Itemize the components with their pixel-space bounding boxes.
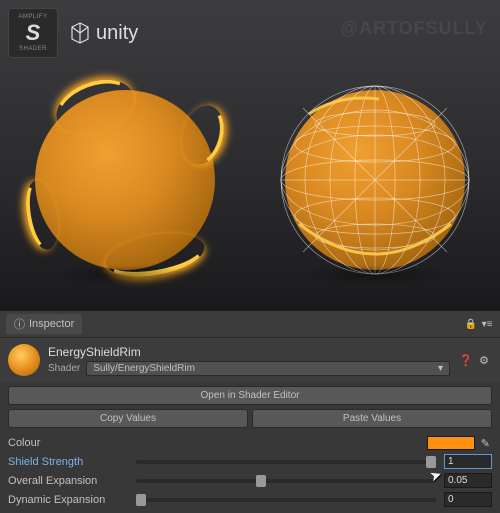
unity-logo: unity bbox=[68, 21, 138, 45]
overall-expansion-field[interactable]: 0.05 bbox=[444, 473, 492, 488]
unity-cube-icon bbox=[68, 21, 92, 45]
prop-colour: Colour ✎ bbox=[8, 434, 492, 452]
material-preview-icon bbox=[8, 344, 40, 376]
watermark: @ARTOFSULLY bbox=[340, 18, 488, 39]
preview-sphere-wireframe bbox=[285, 90, 465, 270]
preview-sphere-shaded bbox=[35, 90, 215, 270]
viewport-3d: AMPLIFY S SHADER unity @ARTOFSULLY bbox=[0, 0, 500, 310]
eyedropper-icon[interactable]: ✎ bbox=[479, 437, 492, 450]
shader-label: Shader bbox=[48, 363, 80, 374]
component-docs-icon[interactable]: ❓ bbox=[458, 352, 474, 368]
shield-strength-slider[interactable] bbox=[136, 460, 436, 464]
shield-strength-label: Shield Strength bbox=[8, 456, 128, 468]
prop-shield-strength: Shield Strength 1 bbox=[8, 452, 492, 471]
open-shader-editor-button[interactable]: Open in Shader Editor bbox=[8, 386, 492, 405]
lock-icon[interactable]: 🔒 bbox=[464, 317, 478, 331]
copy-values-button[interactable]: Copy Values bbox=[8, 409, 248, 428]
overall-expansion-label: Overall Expansion bbox=[8, 475, 128, 487]
paste-values-button[interactable]: Paste Values bbox=[252, 409, 492, 428]
inspector-tab[interactable]: ⓘ Inspector bbox=[6, 314, 82, 334]
prop-overall-expansion: Overall Expansion 0.05 bbox=[8, 471, 492, 490]
inspector-body: Open in Shader Editor Copy Values Paste … bbox=[0, 382, 500, 513]
material-header: EnergyShieldRim Shader Sully/EnergyShiel… bbox=[0, 338, 500, 382]
logo-bar: AMPLIFY S SHADER unity bbox=[8, 8, 138, 58]
inspector-panel: ⓘ Inspector 🔒 ▾≡ EnergyShieldRim Shader … bbox=[0, 310, 500, 513]
info-icon: ⓘ bbox=[14, 316, 25, 332]
shader-dropdown[interactable]: Sully/EnergyShieldRim ▾ bbox=[86, 361, 450, 376]
amplify-shader-logo: AMPLIFY S SHADER bbox=[8, 8, 58, 58]
panel-menu-icon[interactable]: ▾≡ bbox=[480, 317, 494, 331]
shield-strength-field[interactable]: 1 bbox=[444, 454, 492, 469]
chevron-down-icon: ▾ bbox=[438, 363, 443, 374]
inspector-header: ⓘ Inspector 🔒 ▾≡ bbox=[0, 311, 500, 338]
colour-swatch[interactable] bbox=[427, 436, 475, 450]
colour-label: Colour bbox=[8, 437, 128, 449]
material-name: EnergyShieldRim bbox=[48, 345, 450, 359]
component-settings-icon[interactable]: ⚙ bbox=[476, 352, 492, 368]
overall-expansion-slider[interactable] bbox=[136, 479, 436, 483]
